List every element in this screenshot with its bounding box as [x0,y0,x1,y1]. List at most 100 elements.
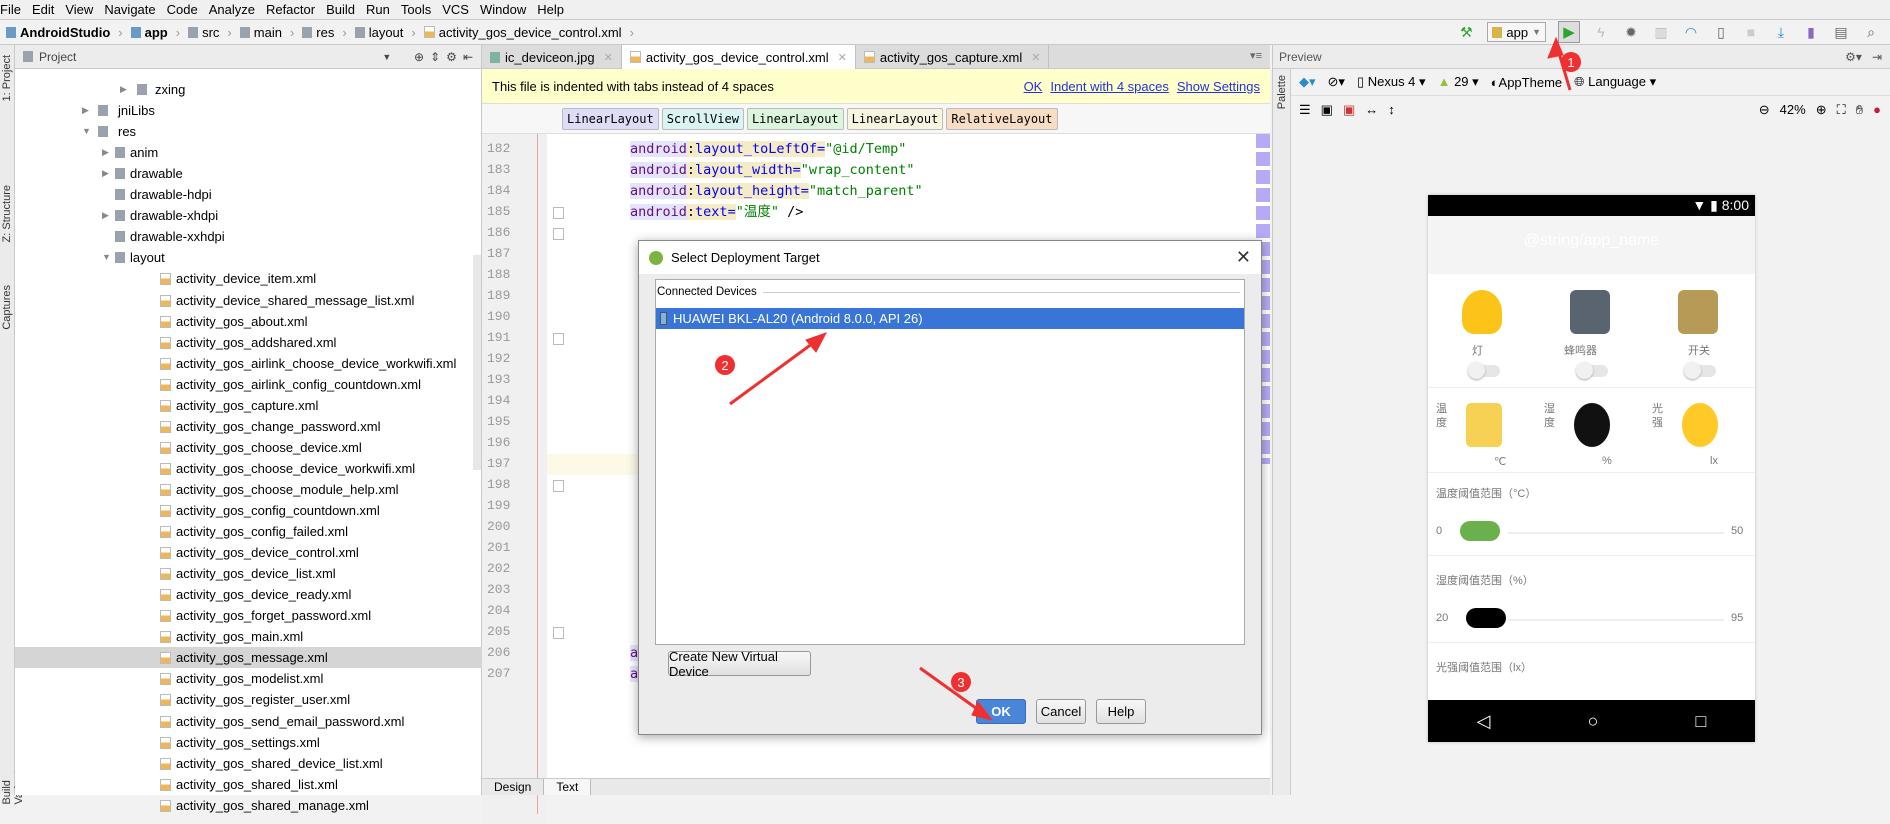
menu-navigate[interactable]: Navigate [104,0,155,19]
tree-item[interactable]: activity_gos_change_password.xml [15,416,482,437]
tree-item[interactable]: activity_gos_device_list.xml [15,563,482,584]
tree-item[interactable]: ▼ res [15,121,482,142]
structure-tool-tab[interactable]: Z: Structure [1,185,13,242]
api-select[interactable]: ▲ 29 ▾ [1438,74,1479,90]
menu-refactor[interactable]: Refactor [266,0,315,19]
gear-icon[interactable]: ⚙▾ [1845,50,1862,64]
xml-tag-crumb[interactable]: ScrollView [661,107,744,130]
menu-analyze[interactable]: Analyze [209,0,255,19]
breadcrumb-item[interactable]: main › [238,25,301,40]
tree-item[interactable]: activity_gos_shared_manage.xml [15,795,482,816]
menu-tools[interactable]: Tools [401,0,431,19]
recents-icon[interactable]: □ [1696,711,1707,732]
tree-item[interactable]: ▶ jniLibs [15,100,482,121]
editor-tab[interactable]: activity_gos_capture.xml ✕ [856,45,1050,69]
scroll-from-source-icon[interactable]: ⊕ [414,50,424,64]
tree-item[interactable]: activity_gos_shared_list.xml [15,774,482,795]
tree-item[interactable]: activity_gos_choose_device.xml [15,437,482,458]
apply-changes-icon[interactable]: ϟ [1592,23,1610,41]
device-row-selected[interactable]: HUAWEI BKL-AL20 (Android 8.0.0, API 26) [656,308,1244,329]
palette-tab[interactable]: Palette [1276,75,1288,109]
theme-select[interactable]: ◐AppTheme [1491,75,1562,90]
debug-icon[interactable]: ✹ [1622,23,1640,41]
breadcrumb-item[interactable]: layout › [353,25,422,40]
project-tool-tab[interactable]: 1: Project [1,55,13,101]
cancel-button[interactable]: Cancel [1036,699,1086,724]
tree-item[interactable]: ▶ drawable [15,163,482,184]
project-structure-icon[interactable]: ▤ [1832,23,1850,41]
sdk-manager-icon[interactable]: ⤓ [1772,23,1790,41]
tree-item[interactable]: ▶ drawable-xhdpi [15,205,482,226]
tree-item[interactable]: ▼ layout [15,247,482,268]
tree-item[interactable]: drawable-hdpi [15,184,482,205]
tree-item[interactable]: activity_gos_config_failed.xml [15,521,482,542]
scrollbar[interactable] [473,255,481,470]
clear-constraints-icon[interactable]: ▣ [1343,102,1355,118]
tree-item[interactable]: activity_gos_airlink_config_countdown.xm… [15,374,482,395]
xml-tag-crumb[interactable]: LinearLayout [846,107,944,130]
orientation-icon[interactable]: ⊘▾ [1328,74,1345,90]
resize-vertical-icon[interactable]: ↕ [1388,102,1395,117]
tree-item[interactable]: activity_gos_choose_device_workwifi.xml [15,458,482,479]
menu-help[interactable]: Help [537,0,564,19]
indent-with-spaces-link[interactable]: Indent with 4 spaces [1050,79,1169,94]
tree-item[interactable]: ▶ anim [15,142,482,163]
project-view-select[interactable]: Project [39,50,76,64]
hammer-icon[interactable]: ⚒ [1457,23,1475,41]
close-tab-icon[interactable]: ✕ [1031,51,1040,64]
close-tab-icon[interactable]: ✕ [838,51,847,64]
search-icon[interactable]: ⌕ [1862,23,1880,41]
hide-panel-icon[interactable]: ⇥ [1872,50,1882,64]
toggle-switch[interactable] [1468,362,1500,379]
create-virtual-device-button[interactable]: Create New Virtual Device [668,649,811,679]
tree-item[interactable]: activity_gos_device_control.xml [15,542,482,563]
range-slider-track[interactable] [1508,532,1724,534]
tab-text[interactable]: Text [544,779,592,795]
menu-view[interactable]: View [65,0,93,19]
xml-tag-crumb[interactable]: LinearLayout [562,107,659,130]
editor-tab[interactable]: activity_gos_device_control.xml ✕ [621,45,856,69]
tab-list-icon[interactable]: ▾≡ [1250,49,1262,62]
expanded-arrow-icon[interactable]: ▼ [102,247,111,268]
tree-item[interactable]: activity_gos_capture.xml [15,395,482,416]
toggle-switch[interactable] [1684,362,1716,379]
captures-tool-tab[interactable]: Captures [1,285,13,330]
hide-panel-icon[interactable]: ⇤ [463,50,481,64]
tree-item[interactable]: activity_gos_addshared.xml [15,332,482,353]
attach-icon[interactable]: ▥ [1652,23,1670,41]
tree-item[interactable]: activity_gos_choose_module_help.xml [15,479,482,500]
home-icon[interactable]: ○ [1588,711,1599,732]
close-tab-icon[interactable]: ✕ [604,51,613,64]
menu-window[interactable]: Window [480,0,526,19]
tree-item[interactable]: drawable-xxhdpi [15,226,482,247]
collapsed-arrow-icon[interactable]: ▶ [102,163,109,184]
breadcrumb-item[interactable]: src › [186,25,238,40]
blueprint-icon[interactable]: ▣ [1321,102,1333,118]
device-select[interactable]: ▯ Nexus 4 ▾ [1357,74,1426,90]
attach-debugger-icon[interactable]: ▯ [1712,23,1730,41]
collapsed-arrow-icon[interactable]: ▶ [102,142,109,163]
editor-tab[interactable]: ic_deviceon.jpg ✕ [482,45,622,69]
language-select[interactable]: 🌐︎ Language ▾ [1574,74,1656,90]
collapsed-arrow-icon[interactable]: ▶ [102,205,109,226]
xml-tag-crumb[interactable]: LinearLayout [746,107,844,130]
tree-item[interactable]: activity_gos_main.xml [15,626,482,647]
fit-screen-icon[interactable]: ⛶ [1837,102,1846,118]
toggle-switch[interactable] [1576,362,1608,379]
tree-item[interactable]: activity_gos_about.xml [15,311,482,332]
run-configuration-select[interactable]: app ▼ [1487,22,1546,42]
chevron-down-icon[interactable]: ▼ [382,52,391,62]
breadcrumb-item[interactable]: activity_gos_device_control.xml › [422,25,640,40]
collapsed-arrow-icon[interactable]: ▶ [120,79,127,100]
run-button[interactable]: ▶ [1558,21,1580,43]
tree-item[interactable]: activity_device_item.xml [15,268,482,289]
tree-item[interactable]: ▶ zxing [15,79,482,100]
collapse-all-icon[interactable]: ⇕ [430,50,440,64]
menu-edit[interactable]: Edit [32,0,54,19]
tree-item[interactable]: activity_gos_airlink_choose_device_workw… [15,353,482,374]
notification-ok-link[interactable]: OK [1024,79,1043,94]
breadcrumb-item[interactable]: res › [300,25,352,40]
breadcrumb-item[interactable]: AndroidStudio › [4,25,129,40]
menu-run[interactable]: Run [366,0,390,19]
error-icon[interactable]: ● [1873,102,1890,117]
